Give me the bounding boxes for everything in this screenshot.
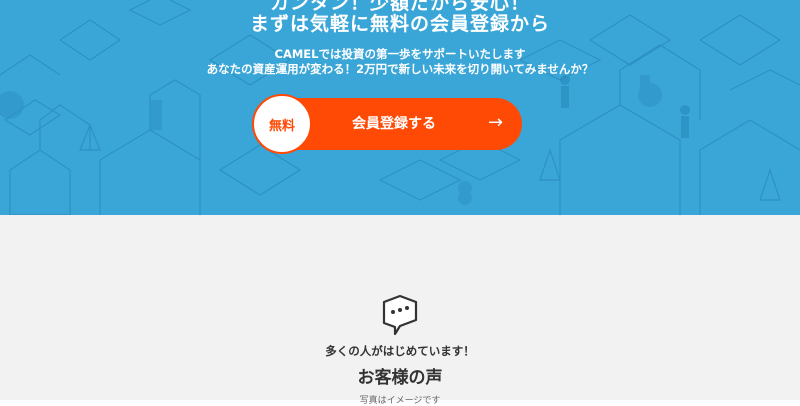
chat-bubble-icon <box>382 294 418 336</box>
arrow-right-icon: → <box>488 112 504 133</box>
hero-title-line2: まずは気軽に無料の会員登録から <box>249 13 550 35</box>
free-badge: 無料 <box>252 94 312 154</box>
hero-subtitle-line2: あなたの資産運用が変わる！2万円で新しい未来を切り開いてみませんか？ <box>206 62 594 76</box>
hero-subtitle-line1: CAMELでは投資の第一歩をサポートいたします <box>274 47 526 61</box>
register-button[interactable]: 無料 会員登録する → <box>252 94 522 154</box>
testimonials-heading: お客様の声 <box>357 368 443 388</box>
hero-section: カンタン！少額だから安心！ まずは気軽に無料の会員登録から CAMELでは投資の… <box>0 0 800 215</box>
testimonials-lead: 多くの人がはじめています！ <box>325 344 475 358</box>
register-button-label: 会員登録する <box>352 116 436 132</box>
